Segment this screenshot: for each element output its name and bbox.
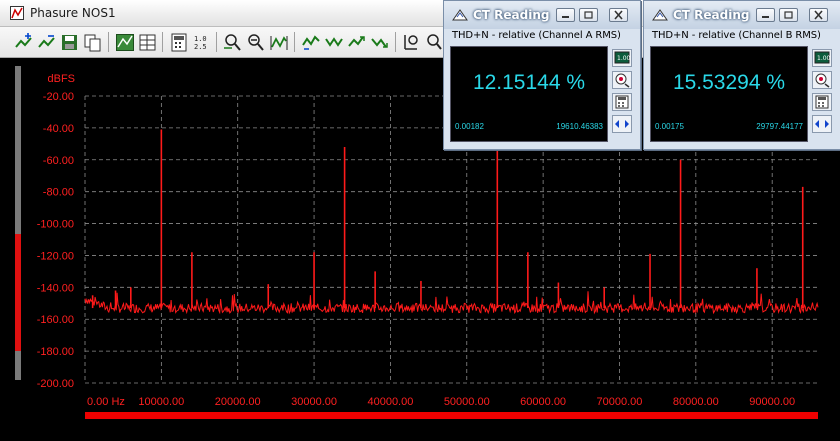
y-tick-label: -60.00 <box>43 155 74 167</box>
x-tick-label: 90000.00 <box>749 396 795 408</box>
zoom-out-icon[interactable] <box>246 31 266 53</box>
minimize-button[interactable] <box>556 8 575 22</box>
meter-expand-button[interactable] <box>612 115 632 133</box>
remove-trace-icon[interactable] <box>37 31 57 53</box>
ct-title-bar[interactable]: CT Reading <box>444 1 640 29</box>
ct-measurement-label: THD+N - relative (Channel A RMS) <box>452 30 621 41</box>
maximize-button[interactable] <box>779 8 798 22</box>
x-scroll-band <box>85 412 818 419</box>
cursor-zoom-icon[interactable] <box>424 31 444 53</box>
add-trace-icon[interactable] <box>14 31 34 53</box>
meter-expand-button[interactable] <box>812 115 832 133</box>
ct-app-icon <box>652 9 668 21</box>
toolbar-separator <box>108 32 109 52</box>
close-icon <box>614 10 623 20</box>
calculator-icon[interactable] <box>169 31 189 53</box>
ct-reading-window-b[interactable]: CT Reading THD+N - relative (Channel B R… <box>643 0 840 150</box>
y-tick-label: -160.00 <box>37 314 74 326</box>
y-tick-label: -120.00 <box>37 250 74 262</box>
close-button[interactable] <box>809 8 828 22</box>
close-icon <box>814 10 823 20</box>
svg-text:1.00: 1.00 <box>617 55 631 62</box>
ct-readout-max: 29797.44177 <box>756 122 803 131</box>
cursor-icon[interactable] <box>401 31 421 53</box>
toolbar-separator <box>395 32 396 52</box>
expand-arrows-icon <box>615 120 629 128</box>
x-tick-label: 80000.00 <box>673 396 719 408</box>
x-tick-label: 10000.00 <box>138 396 184 408</box>
app-icon <box>10 6 24 20</box>
x-tick-label: 0.00 Hz <box>87 396 125 408</box>
dial-icon <box>815 73 830 88</box>
y-tick-label: -180.00 <box>37 346 74 358</box>
ct-title-bar[interactable]: CT Reading <box>644 1 840 29</box>
toolbar-separator <box>216 32 217 52</box>
save-icon[interactable] <box>60 31 80 53</box>
meter-settings-button[interactable]: 1.00 <box>612 49 632 67</box>
y-tick-label: -20.00 <box>43 91 74 103</box>
toolbar-separator <box>294 32 295 52</box>
number-grid-icon[interactable]: 1.0 2.5 <box>192 31 212 53</box>
arrows-icon[interactable] <box>324 31 344 53</box>
ct-readout-value: 15.53294 % <box>672 71 786 94</box>
y-tick-label: -40.00 <box>43 123 74 135</box>
window-title: Phasure NOS1 <box>30 6 116 20</box>
y-tick-label: -140.00 <box>37 282 74 294</box>
y-axis-label: dBFS <box>47 73 75 85</box>
zoom-in-icon[interactable] <box>223 31 243 53</box>
calculator-icon <box>615 95 629 109</box>
toolbar-separator <box>162 32 163 52</box>
ct-readout-display: 15.53294 % 0.00175 29797.44177 <box>650 46 808 142</box>
y-tick-label: -100.00 <box>37 219 74 231</box>
meter-table-button[interactable] <box>812 93 832 111</box>
spectrum-trace <box>84 291 819 315</box>
calculator-icon <box>815 95 829 109</box>
minimize-button[interactable] <box>756 8 775 22</box>
meter-options-button[interactable] <box>612 71 632 89</box>
x-tick-label: 50000.00 <box>444 396 490 408</box>
ct-reading-window-a[interactable]: CT Reading THD+N - relative (Channel A R… <box>443 0 641 150</box>
svg-text:1.0: 1.0 <box>194 35 207 43</box>
svg-text:1.00: 1.00 <box>817 55 831 62</box>
x-tick-label: 30000.00 <box>291 396 337 408</box>
ct-readout-min: 0.00182 <box>455 122 484 131</box>
ct-title: CT Reading <box>473 8 550 22</box>
y-tick-label: -200.00 <box>37 378 74 390</box>
maximize-icon <box>584 11 593 19</box>
x-tick-label: 70000.00 <box>597 396 643 408</box>
meter-icon: 1.00 <box>614 51 631 64</box>
level-scrollbar-thumb <box>15 234 21 351</box>
close-button[interactable] <box>609 8 628 22</box>
meter-settings-button[interactable]: 1.00 <box>812 49 832 67</box>
y-tick-label: -80.00 <box>43 187 74 199</box>
meter-table-button[interactable] <box>612 93 632 111</box>
graph-icon[interactable] <box>115 31 135 53</box>
minimize-icon <box>562 16 569 18</box>
ct-readout-display: 12.15144 % 0.00182 19610.46383 <box>450 46 608 142</box>
ct-title: CT Reading <box>673 8 750 22</box>
ct-readout-value: 12.15144 % <box>472 71 586 94</box>
x-tick-label: 60000.00 <box>520 396 566 408</box>
peak-down-icon[interactable] <box>370 31 390 53</box>
ct-readout-max: 19610.46383 <box>556 122 603 131</box>
meter-options-button[interactable] <box>812 71 832 89</box>
svg-text:2.5: 2.5 <box>194 43 207 51</box>
waveform-icon[interactable] <box>269 31 289 53</box>
minimize-icon <box>762 16 769 18</box>
maximize-icon <box>784 11 793 19</box>
x-tick-label: 40000.00 <box>367 396 413 408</box>
ct-app-icon <box>452 9 468 21</box>
x-tick-label: 20000.00 <box>215 396 261 408</box>
copy-icon[interactable] <box>83 31 103 53</box>
ct-readout-min: 0.00175 <box>655 122 684 131</box>
ct-measurement-label: THD+N - relative (Channel B RMS) <box>652 30 821 41</box>
peak-icon[interactable] <box>347 31 367 53</box>
maximize-button[interactable] <box>579 8 598 22</box>
dial-icon <box>615 73 630 88</box>
expand-arrows-icon <box>815 120 829 128</box>
table-icon[interactable] <box>138 31 158 53</box>
meter-icon: 1.00 <box>814 51 831 64</box>
markers-icon[interactable] <box>301 31 321 53</box>
